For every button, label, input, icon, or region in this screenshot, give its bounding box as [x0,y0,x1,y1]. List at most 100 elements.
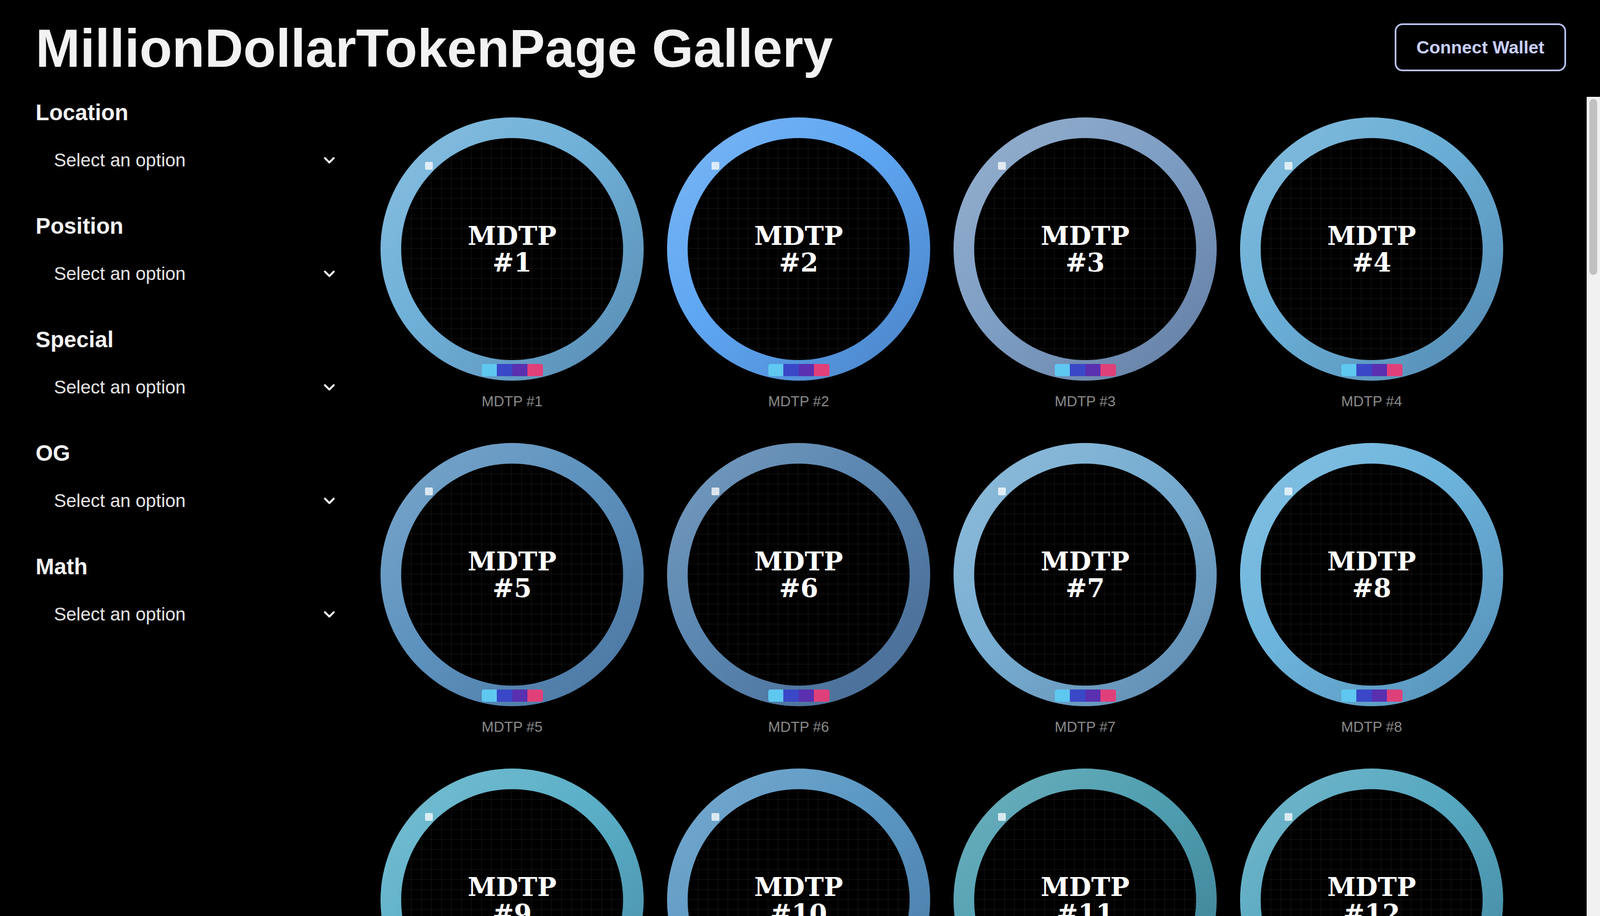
connect-wallet-button[interactable]: Connect Wallet [1394,23,1567,72]
token-card[interactable]: MDTP#6 MDTP #6 [667,442,931,735]
token-number: #2 [778,249,819,276]
main: LocationSelect an optionPositionSelect a… [0,96,1600,916]
token-card[interactable]: MDTP#3 MDTP #3 [953,117,1217,410]
filter-select[interactable]: Select an option [35,143,348,177]
color-segment [496,363,513,377]
chevron-down-icon [320,264,339,283]
sparkle-icon [1284,161,1293,170]
token-face: MDTP#1 [401,137,624,360]
color-segment [1100,363,1116,377]
color-segment [1386,689,1403,702]
token-face: MDTP#3 [974,137,1197,360]
color-segment [1341,689,1357,702]
token-number: #6 [778,574,819,602]
color-segment [527,689,543,702]
chevron-down-icon [320,151,339,170]
filter-select[interactable]: Select an option [35,257,348,291]
token-card[interactable]: MDTP#7MDTP #7 [953,442,1217,735]
color-segment [1054,363,1071,377]
filter-group: Special Select an option [35,326,381,404]
color-bar-icon [768,689,830,702]
color-segment [783,689,799,702]
token-title: MDTP [467,547,557,575]
token-face: MDTP#5 [401,463,624,686]
token-card[interactable]: MDTP#9 [380,768,644,916]
token-ring: MDTP#3 [953,117,1217,381]
color-segment [1371,689,1388,702]
filter-sidebar: LocationSelect an optionPositionSelect a… [0,96,381,916]
color-segment [1356,363,1372,377]
token-face: MDTP#12 [1260,788,1483,916]
color-segment [768,363,784,377]
filter-label: Position [35,212,381,240]
color-segment [798,689,815,702]
token-face: MDTP#8 [1260,463,1483,686]
color-bar-icon [1054,689,1116,702]
color-bar-icon [1341,363,1403,377]
token-card[interactable]: MDTP#11 [953,768,1217,916]
token-ring: MDTP#11 [953,768,1217,916]
filter-label: Special [35,326,381,353]
page-title: MillionDollarTokenPage Gallery [35,13,833,83]
color-bar-icon [481,689,543,702]
token-card[interactable]: MDTP#10 [667,768,931,916]
color-segment [813,689,830,702]
token-title: MDTP [1327,547,1417,575]
filter-select[interactable]: Select an option [35,597,348,631]
token-card[interactable]: MDTP#12 [1240,768,1504,916]
token-number: #8 [1351,574,1392,602]
token-title: MDTP [1040,547,1130,575]
color-segment [481,689,498,702]
token-caption: MDTP #2 [768,392,829,410]
token-number: #11 [1056,900,1114,916]
token-face: MDTP#10 [687,788,910,916]
token-number: #4 [1351,249,1392,276]
color-bar-icon [768,363,830,377]
token-ring: MDTP#7 [953,442,1217,706]
color-segment [481,363,498,377]
filter-select[interactable]: Select an option [35,370,348,404]
color-segment [1341,363,1357,377]
chevron-down-icon [320,378,339,397]
token-caption: MDTP #3 [1054,392,1116,410]
scrollbar[interactable] [1586,96,1600,916]
token-title: MDTP [467,222,557,250]
color-segment [1069,363,1086,377]
filter-label: Math [35,552,381,580]
token-caption: MDTP #1 [481,392,543,410]
token-card[interactable]: MDTP#8MDTP #8 [1240,442,1504,735]
color-segment [512,363,528,377]
token-caption: MDTP #6 [768,718,829,735]
color-segment [813,363,830,377]
chevron-down-icon [320,605,339,624]
color-segment [768,689,784,702]
sparkle-icon [425,487,433,496]
scrollbar-thumb[interactable] [1589,99,1598,275]
token-card[interactable]: MDTP#2MDTP #2 [667,117,931,410]
color-segment [496,689,513,702]
color-segment [1054,689,1071,702]
filter-group: Position Select an option [35,212,381,291]
filter-group: OGSelect an option [35,439,381,518]
filter-select[interactable]: Select an option [35,484,348,518]
color-segment [1371,363,1388,377]
color-segment [527,363,543,377]
color-segment [1356,689,1372,702]
select-placeholder: Select an option [53,263,186,285]
token-title: MDTP [467,873,557,901]
token-card[interactable]: MDTP#5MDTP #5 [380,442,644,735]
token-card[interactable]: MDTP#4MDTP #4 [1240,117,1504,410]
token-title: MDTP [1040,873,1130,901]
token-caption: MDTP #8 [1341,718,1402,735]
token-title: MDTP [754,547,844,575]
token-card[interactable]: MDTP#1 MDTP #1 [380,117,644,410]
token-ring: MDTP#4 [1240,117,1504,381]
color-segment [783,363,799,377]
gallery-page: MillionDollarTokenPage Gallery Connect Wa… [0,0,1600,916]
token-title: MDTP [1327,222,1417,250]
select-placeholder: Select an option [53,376,186,398]
sparkle-icon [711,812,720,821]
sparkle-icon [998,812,1006,821]
sparkle-icon [711,487,720,496]
token-grid: MDTP#1MDTP #1MDTP#2MDTP #2MDTP#3MDTP #3M… [380,117,1587,916]
